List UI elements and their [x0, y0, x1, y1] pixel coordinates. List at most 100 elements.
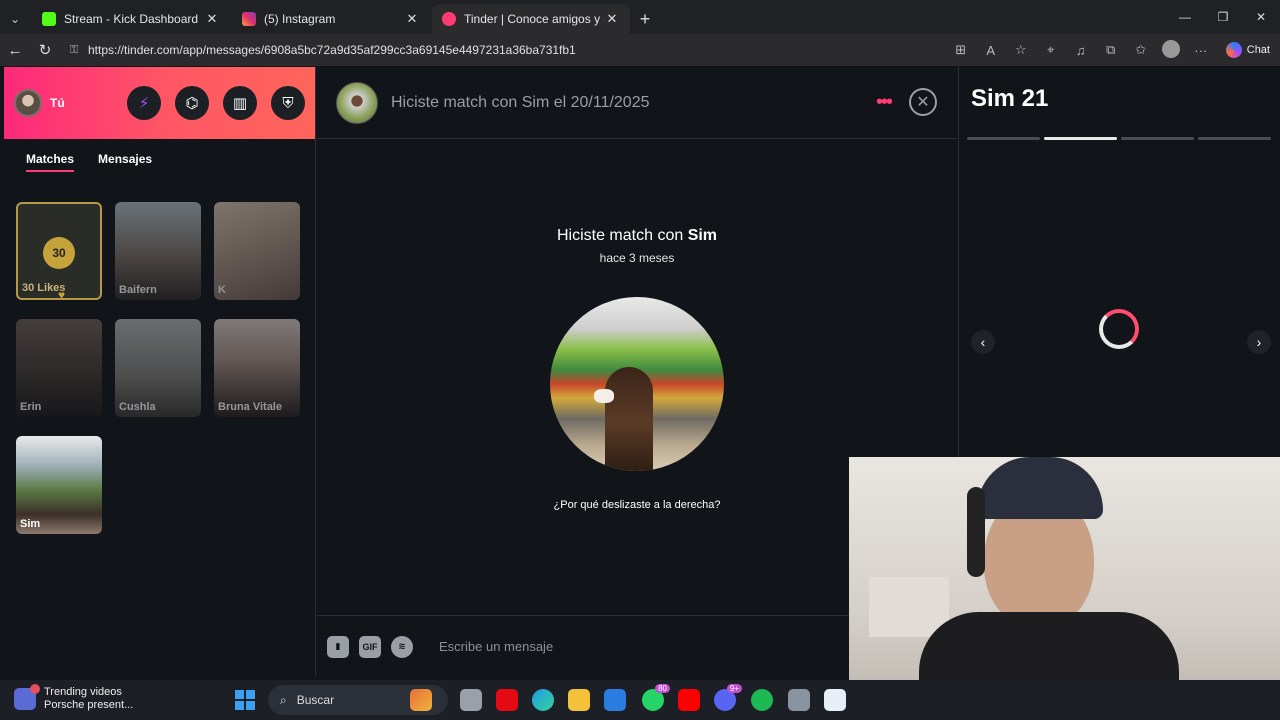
prev-photo-icon[interactable]: ‹ — [971, 330, 995, 354]
photo-indicator[interactable] — [1198, 137, 1271, 140]
netflix-icon[interactable] — [496, 689, 518, 711]
profile-avatar[interactable] — [1156, 39, 1186, 61]
explore-compass-icon[interactable]: ⌬ — [175, 86, 209, 120]
copilot-chat-button[interactable]: Chat — [1216, 42, 1280, 58]
spotify-app-icon[interactable] — [751, 689, 773, 711]
close-window-icon[interactable]: ✕ — [1242, 0, 1280, 34]
match-name: Baifern — [119, 284, 157, 296]
match-card-active[interactable]: Sim — [16, 436, 102, 534]
matches-grid: 30 30 Likes ♥ Baifern K Erin Cushla Brun — [16, 202, 300, 534]
match-card[interactable]: K — [214, 202, 300, 300]
match-name: K — [218, 284, 226, 296]
trending-icon — [14, 684, 40, 710]
more-options-icon[interactable]: ••• — [876, 92, 893, 112]
search-highlight-icon[interactable] — [410, 689, 432, 711]
notification-bell-icon[interactable]: ♫ — [1066, 43, 1096, 58]
refresh-icon[interactable]: ↻ — [30, 35, 60, 65]
photo-indicator[interactable] — [1044, 137, 1117, 140]
task-view-icon[interactable] — [460, 689, 482, 711]
tab-close-icon[interactable]: ✕ — [404, 11, 420, 27]
favorites-icon[interactable]: ✩ — [1126, 42, 1156, 58]
more-menu-icon[interactable]: ··· — [1186, 43, 1216, 58]
extensions-icon[interactable]: ⧉ — [1096, 42, 1126, 58]
match-avatar[interactable] — [336, 81, 378, 124]
sidebar-header: Tú ⚡ ⌬ ▥ ⛨ — [4, 67, 315, 139]
loading-spinner — [1099, 309, 1139, 349]
edge-icon[interactable] — [532, 689, 554, 711]
screen: ⌄ Stream - Kick Dashboard ✕ (5) Instagra… — [0, 0, 1280, 720]
trend-title: Trending videos — [44, 686, 122, 698]
match-card[interactable]: Erin — [16, 319, 102, 417]
profile-name: Sim 21 — [971, 85, 1049, 112]
minimize-icon[interactable]: — — [1166, 0, 1204, 34]
discord-icon[interactable]: 9+ — [714, 684, 742, 711]
match-line: Hiciste match con Sim — [317, 227, 957, 245]
safety-shield-icon[interactable]: ⛨ — [271, 86, 305, 120]
tab-instagram[interactable]: (5) Instagram ✕ — [232, 4, 430, 34]
tab-kick[interactable]: Stream - Kick Dashboard ✕ — [32, 4, 230, 34]
photo-indicator[interactable] — [967, 137, 1040, 140]
back-icon[interactable]: ← — [0, 35, 30, 65]
tab-close-icon[interactable]: ✕ — [604, 11, 620, 27]
app-icon[interactable] — [824, 689, 846, 711]
tab-actions-icon[interactable]: ⌄ — [0, 4, 30, 34]
favorite-star-icon[interactable]: ☆ — [1006, 42, 1036, 58]
spotify-icon[interactable]: ≋ — [391, 635, 413, 658]
discord-badge: 9+ — [726, 684, 742, 693]
tab-matches[interactable]: Matches — [26, 146, 75, 172]
youtube-icon[interactable] — [678, 689, 700, 711]
restore-icon[interactable]: ❐ — [1204, 0, 1242, 34]
browser-tabbar: ⌄ Stream - Kick Dashboard ✕ (5) Instagra… — [0, 0, 1280, 34]
sidebar: Tú ⚡ ⌬ ▥ ⛨ Matches Mensajes 30 30 Likes … — [4, 67, 316, 677]
match-time: hace 3 meses — [599, 251, 675, 265]
match-info: Hiciste match con Sim hace 3 meses — [317, 227, 957, 265]
likes-card[interactable]: 30 30 Likes ♥ — [16, 202, 102, 300]
match-name: Sim — [20, 518, 41, 530]
address-bar: ← ↻ ⚿ https://tinder.com/app/messages/69… — [0, 34, 1280, 66]
settings-gear-icon[interactable] — [788, 689, 810, 711]
widgets-button[interactable]: Trending videos Porsche present... — [14, 684, 134, 712]
trend-subtitle: Porsche present... — [44, 699, 134, 711]
taskbar: Trending videos Porsche present... ⌕ Bus… — [0, 680, 1280, 720]
heart-icon: ♥ — [58, 288, 66, 300]
file-explorer-icon[interactable] — [568, 689, 590, 711]
match-name: Erin — [20, 401, 42, 413]
tab-close-icon[interactable]: ✕ — [204, 11, 220, 27]
read-aloud-icon[interactable]: A — [976, 43, 1006, 58]
url-text: https://tinder.com/app/messages/6908a5bc… — [88, 43, 576, 57]
photo-subject — [605, 367, 653, 471]
tinder-flame-icon — [442, 12, 456, 26]
tab-label: (5) Instagram — [264, 12, 336, 26]
match-prefix: Hiciste match con — [556, 227, 684, 244]
close-chat-icon[interactable]: ✕ — [909, 88, 937, 116]
tab-tinder[interactable]: Tinder | Conoce amigos y gente nu ✕ — [432, 4, 630, 34]
match-card[interactable]: Cushla — [115, 319, 201, 417]
browser-toolbar: ⊞ A ☆ ⌖ ♫ ⧉ ✩ ··· Chat — [946, 34, 1280, 66]
match-photo[interactable] — [550, 297, 724, 471]
gif-button[interactable]: GIF — [359, 635, 381, 658]
boost-icon[interactable]: ⚡ — [127, 86, 161, 120]
tab-messages[interactable]: Mensajes — [98, 146, 152, 172]
windows-start-icon[interactable] — [235, 690, 255, 710]
location-icon[interactable]: ⌖ — [1036, 42, 1066, 58]
photo-indicator[interactable] — [1121, 137, 1194, 140]
url-field[interactable]: ⚿ https://tinder.com/app/messages/6908a5… — [64, 38, 964, 62]
site-info-icon[interactable]: ⚿ — [70, 44, 88, 57]
chat-header: Hiciste match con Sim el 20/11/2025 ••• … — [317, 67, 957, 139]
my-profile-button[interactable]: Tú — [14, 89, 65, 117]
match-card[interactable]: Bruna Vitale — [214, 319, 300, 417]
message-input[interactable]: Escribe un mensaje — [439, 639, 553, 654]
whatsapp-icon[interactable]: 80 — [642, 684, 670, 711]
webcam-headphones — [967, 487, 985, 577]
sticker-icon[interactable]: ▮ — [327, 635, 349, 658]
store-icon[interactable] — [604, 689, 626, 711]
search-icon: ⌕ — [280, 692, 287, 707]
briefcase-icon[interactable]: ▥ — [223, 86, 257, 120]
photo-progress — [967, 137, 1271, 140]
next-photo-icon[interactable]: › — [1247, 330, 1271, 354]
new-tab-button[interactable]: + — [630, 4, 660, 34]
match-card[interactable]: Baifern — [115, 202, 201, 300]
sidebar-tabs: Matches Mensajes — [4, 139, 315, 179]
photo-bow — [594, 389, 614, 403]
app-available-icon[interactable]: ⊞ — [946, 42, 976, 58]
